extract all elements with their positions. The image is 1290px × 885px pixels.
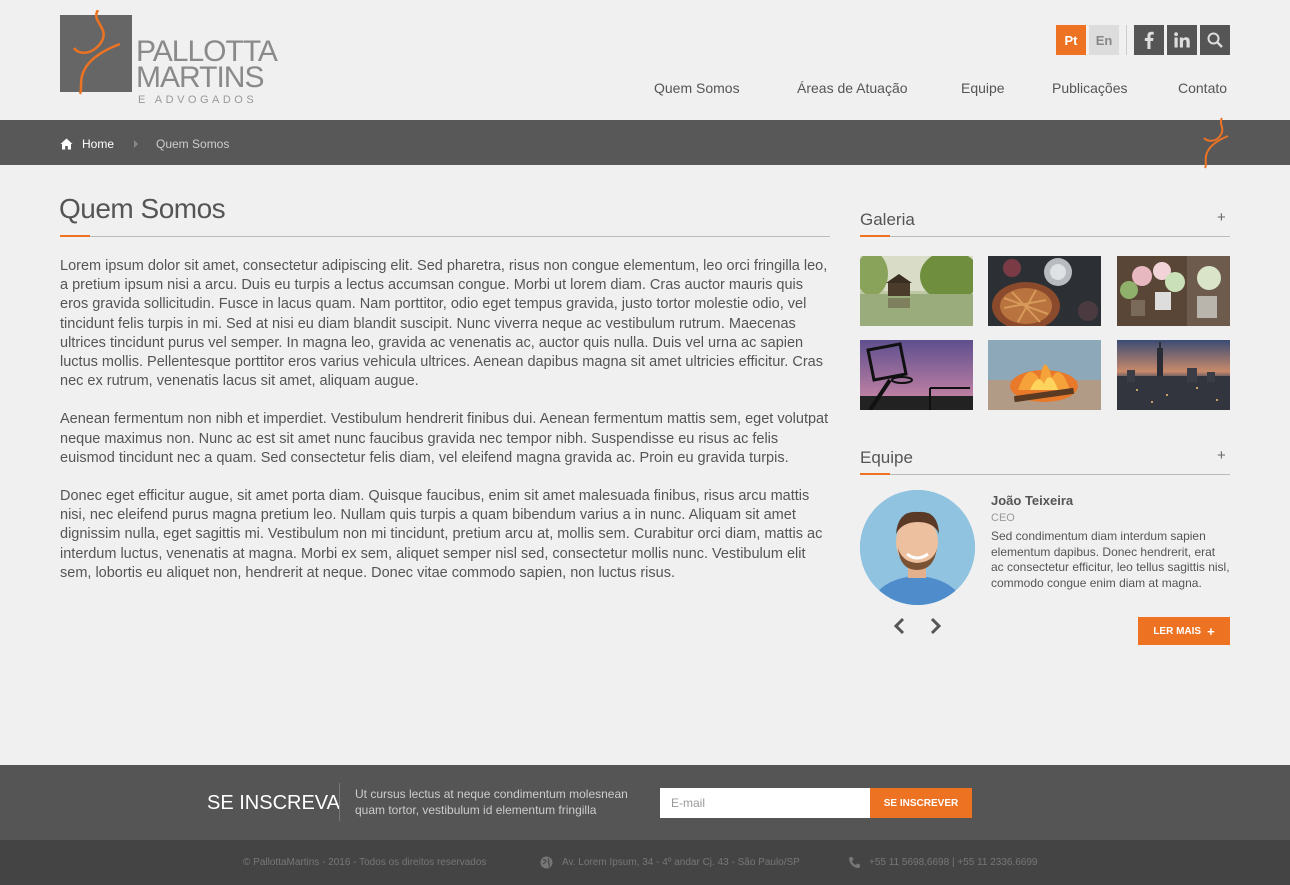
nav-publicacoes[interactable]: Publicações [1052,80,1128,96]
plus-icon: + [1207,623,1215,639]
page-title: Quem Somos [59,193,226,224]
basketball-hoop-image [860,340,973,410]
logo[interactable]: PALLOTTA MARTINS E ADVOGADOS [60,10,278,110]
nav-equipe[interactable]: Equipe [961,80,1005,96]
avatar [860,490,975,605]
breadcrumb-separator-icon [134,140,138,148]
footer-copyright: © PallottaMartins - 2016 - Todos os dire… [243,857,487,868]
flowers-image [1117,256,1230,326]
lake-house-image [860,256,973,326]
breadcrumb-current: Quem Somos [156,137,230,151]
search-icon [1207,32,1223,48]
breadcrumb-home-link[interactable]: Home [82,137,114,151]
paragraph-3: Donec eget efficitur augue, sit amet por… [60,488,823,581]
pie-image [988,256,1101,326]
team-member-description: Sed condimentum diam interdum sapien ele… [991,529,1230,590]
gallery-thumb-city[interactable] [1117,340,1230,410]
gallery-title: Galeria [860,210,915,229]
logo-text-line3: E ADVOGADOS [138,94,258,106]
newsletter-title: SE INSCREVA [207,792,340,814]
newsletter-section [0,765,1290,840]
subscribe-button[interactable]: SE INSCREVER [870,788,972,818]
lang-pt-button[interactable]: Pt [1056,25,1086,55]
brand-mark-icon [1203,117,1229,169]
team-divider [860,474,1230,475]
gallery-expand-icon[interactable]: + [1217,209,1226,226]
linkedin-icon [1174,32,1190,48]
globe-icon [540,856,553,869]
team-member-photo [860,490,975,605]
gallery-thumb-flowers[interactable] [1117,256,1230,326]
team-member-role: CEO [991,512,1015,524]
facebook-button[interactable] [1134,25,1164,55]
home-icon [60,138,73,150]
main-body: Lorem ipsum dolor sit amet, consectetur … [60,257,830,602]
gallery-thumb-pie[interactable] [988,256,1101,326]
carousel-next-icon[interactable] [926,617,944,635]
facebook-icon [1144,31,1154,49]
header-divider [1126,25,1127,55]
newsletter-divider [339,783,340,821]
gallery-thumb-lake[interactable] [860,256,973,326]
campfire-image [988,340,1101,410]
read-more-label: LER MAIS [1153,625,1202,637]
footer-phone: +55 11 5698.6698 | +55 11 2336.6699 [869,857,1038,868]
linkedin-button[interactable] [1167,25,1197,55]
nav-contato[interactable]: Contato [1178,80,1227,96]
header: PALLOTTA MARTINS E ADVOGADOS Pt En Quem … [0,0,1290,120]
gallery-accent-line [860,235,890,237]
read-more-button[interactable]: LER MAIS + [1138,617,1230,645]
team-member-name[interactable]: João Teixeira [991,493,1073,508]
email-field[interactable] [660,788,870,818]
paragraph-1: Lorem ipsum dolor sit amet, consectetur … [60,258,828,390]
gallery-thumb-basketball[interactable] [860,340,973,410]
phone-icon [849,857,860,869]
footer-address: Av. Lorem Ipsum, 34 - 4º andar Cj. 43 - … [562,857,800,868]
paragraph-2: Aenean fermentum non nibh et imperdiet. … [60,411,829,466]
lang-en-button[interactable]: En [1089,25,1119,55]
title-accent-line [60,235,90,237]
search-button[interactable] [1200,25,1230,55]
team-title: Equipe [860,448,913,467]
nav-quem-somos[interactable]: Quem Somos [654,80,740,96]
newsletter-description: Ut cursus lectus at neque condimentum mo… [355,787,628,817]
gallery-thumb-fire[interactable] [988,340,1101,410]
nav-areas-de-atuacao[interactable]: Áreas de Atuação [797,80,908,96]
logo-mark-icon [72,10,121,95]
gallery-divider [860,236,1230,237]
logo-text-line2: MARTINS [136,61,264,94]
carousel-prev-icon[interactable] [891,617,909,635]
city-skyline-image [1117,340,1230,410]
team-accent-line [860,473,890,475]
title-divider [60,236,830,237]
team-expand-icon[interactable]: + [1217,447,1226,464]
